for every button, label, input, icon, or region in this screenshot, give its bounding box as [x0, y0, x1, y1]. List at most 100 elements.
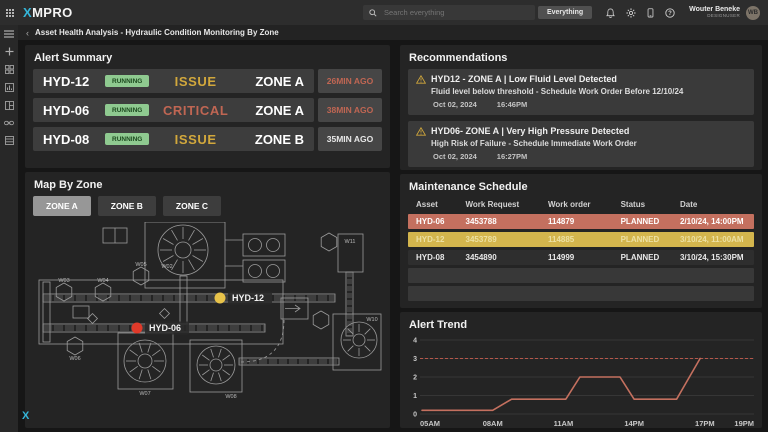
alert-severity: ISSUE [149, 74, 242, 89]
svg-text:?: ? [668, 11, 672, 17]
y-tick-label: 1 [413, 393, 417, 400]
alert-asset: HYD-08 [43, 132, 105, 147]
recommendations-title: Recommendations [400, 45, 762, 69]
x-tick-label: 17PM [695, 419, 715, 428]
map-marker-hyd-12[interactable]: HYD-12 [215, 292, 273, 305]
settings-icon[interactable] [626, 8, 636, 18]
chart-icon[interactable] [5, 83, 14, 92]
cell: 114999 [548, 253, 621, 262]
maintenance-title: Maintenance Schedule [400, 174, 762, 198]
add-icon[interactable] [5, 47, 14, 56]
alert-rows: HYD-12RUNNINGISSUEZONE A26MIN AGO HYD-06R… [25, 69, 390, 151]
cell: 114879 [548, 217, 621, 226]
recommendation-card[interactable]: HYD06- ZONE A | Very High Pressure Detec… [408, 121, 754, 167]
recommendation-detail: Fluid level below threshold - Schedule W… [431, 87, 746, 96]
alert-summary-panel: Alert Summary HYD-12RUNNINGISSUEZONE A26… [25, 45, 390, 168]
col-header: Work Request [466, 200, 549, 209]
maintenance-row[interactable]: HYD-063453788114879PLANNED2/10/24, 14:00… [408, 214, 754, 229]
recommendation-title-row: HYD06- ZONE A | Very High Pressure Detec… [416, 126, 746, 136]
maintenance-empty-row [408, 286, 754, 301]
station-label-w04: W04 [97, 278, 108, 284]
cell: HYD-12 [416, 235, 466, 244]
search-scope-dropdown[interactable]: Everything [538, 6, 592, 19]
y-tick-label: 4 [413, 338, 417, 345]
menu-icon[interactable] [4, 30, 14, 38]
cell: 3454890 [466, 253, 549, 262]
alert-row[interactable]: HYD-08RUNNINGISSUEZONE B35MIN AGO [33, 127, 382, 151]
x-tick-label: 19PM [734, 419, 754, 428]
cell: PLANNED [621, 217, 680, 226]
alert-row-main: HYD-08RUNNINGISSUEZONE B [33, 127, 314, 151]
table-icon[interactable] [5, 136, 14, 145]
map-decor [39, 222, 381, 392]
maintenance-panel: Maintenance Schedule AssetWork RequestWo… [400, 174, 762, 308]
recommendation-title-row: HYD12 - ZONE A | Low Fluid Level Detecte… [416, 74, 746, 84]
xmpro-logo[interactable]: XMPRO [23, 5, 73, 20]
station-label-w07: W07 [139, 391, 150, 397]
app-grid-icon[interactable] [6, 9, 14, 17]
recommendation-title: HYD12 - ZONE A | Low Fluid Level Detecte… [431, 74, 617, 84]
recommendation-card[interactable]: HYD12 - ZONE A | Low Fluid Level Detecte… [408, 69, 754, 115]
widgets-icon[interactable] [5, 65, 14, 74]
recommendation-time: 16:46PM [497, 100, 527, 109]
avatar[interactable]: WB [746, 6, 760, 20]
x-tick-label: 14PM [624, 419, 644, 428]
station-label-w11: W11 [345, 239, 356, 245]
recommendation-date: Oct 02, 2024 [433, 100, 477, 109]
maintenance-row[interactable]: HYD-123453789114885PLANNED3/10/24, 11:00… [408, 232, 754, 247]
alert-trend-panel: Alert Trend 0123405AM08AM11AM14PM17PM19P… [400, 312, 762, 428]
recommendation-detail: High Risk of Failure - Schedule Immediat… [431, 139, 746, 148]
help-icon[interactable]: ? [665, 8, 675, 18]
x-tick-label: 11AM [554, 419, 574, 428]
alert-row-main: HYD-12RUNNINGISSUEZONE A [33, 69, 314, 93]
status-badge: RUNNING [105, 133, 149, 145]
dashboard-page: XMPRO Everything [0, 0, 768, 432]
user-info[interactable]: Wouter Beneke DESIGNUSER [689, 6, 740, 19]
notifications-icon[interactable] [606, 8, 615, 18]
mobile-icon[interactable] [647, 8, 654, 18]
breadcrumb: ‹ Asset Health Analysis - Hydraulic Cond… [18, 25, 768, 40]
recommendation-date: Oct 02, 2024 [433, 152, 477, 161]
search-box[interactable] [363, 5, 535, 20]
col-header: Work order [548, 200, 621, 209]
cell: HYD-06 [416, 217, 466, 226]
zone-button-zone-c[interactable]: ZONE C [163, 196, 221, 216]
search-icon [369, 9, 377, 17]
warning-icon [416, 75, 426, 84]
cell: 114885 [548, 235, 621, 244]
alert-row[interactable]: HYD-12RUNNINGISSUEZONE A26MIN AGO [33, 69, 382, 93]
x-tick-label: 05AM [420, 419, 440, 428]
zone-button-zone-a[interactable]: ZONE A [33, 196, 91, 216]
left-sidebar [0, 25, 18, 432]
map-title: Map By Zone [25, 172, 390, 196]
alert-trend-title: Alert Trend [400, 312, 762, 336]
alert-zone: ZONE A [242, 103, 304, 118]
maintenance-row[interactable]: HYD-083454890114999PLANNED3/10/24, 15:30… [408, 250, 754, 265]
layout-icon[interactable] [5, 101, 14, 110]
alert-time: 26MIN AGO [318, 69, 382, 93]
map-marker-hyd-06[interactable]: HYD-06 [132, 322, 190, 335]
xmpro-x-logo[interactable]: X [22, 410, 29, 422]
link-icon[interactable] [4, 119, 14, 127]
zone-button-zone-b[interactable]: ZONE B [98, 196, 156, 216]
alert-row[interactable]: HYD-06RUNNINGCRITICALZONE A38MIN AGO [33, 98, 382, 122]
cell: 3453788 [466, 217, 549, 226]
warning-icon [416, 127, 426, 136]
search-input[interactable] [382, 7, 506, 18]
back-chevron-icon[interactable]: ‹ [26, 28, 29, 38]
map-station-labels: W03W04W05W02W11W10W06W07W08 [58, 239, 377, 400]
cell: HYD-08 [416, 253, 466, 262]
cell: 3453789 [466, 235, 549, 244]
status-badge: RUNNING [105, 75, 149, 87]
topbar-icons: ? [606, 8, 675, 18]
status-badge: RUNNING [105, 104, 149, 116]
station-label-w10: W10 [366, 317, 377, 323]
cell: 2/10/24, 14:00PM [680, 217, 746, 226]
recommendation-title: HYD06- ZONE A | Very High Pressure Detec… [431, 126, 629, 136]
recommendation-cards: HYD12 - ZONE A | Low Fluid Level Detecte… [400, 69, 762, 167]
alert-summary-title: Alert Summary [25, 45, 390, 69]
top-bar: XMPRO Everything [0, 0, 768, 25]
maintenance-table-header: AssetWork RequestWork orderStatusDate [400, 198, 762, 214]
x-tick-label: 08AM [483, 419, 503, 428]
map-panel: Map By Zone ZONE A ZONE B ZONE C [25, 172, 390, 428]
